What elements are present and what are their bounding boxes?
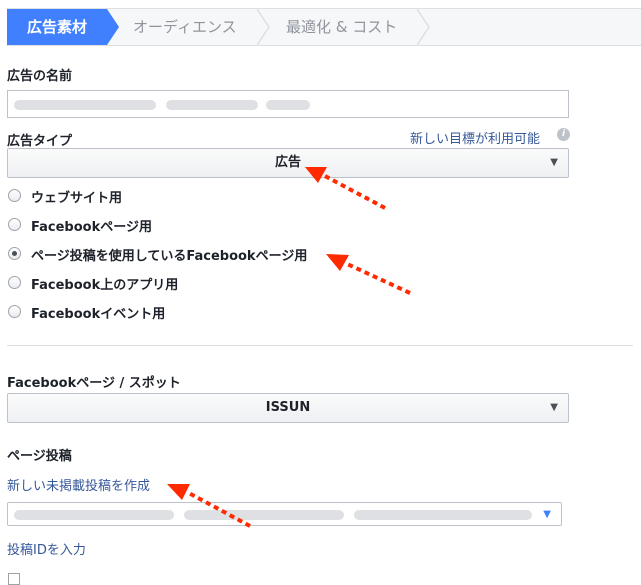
annotation-arrowhead (167, 167, 349, 500)
annotation-arrow (186, 173, 411, 528)
annotation-arrows (167, 167, 411, 528)
